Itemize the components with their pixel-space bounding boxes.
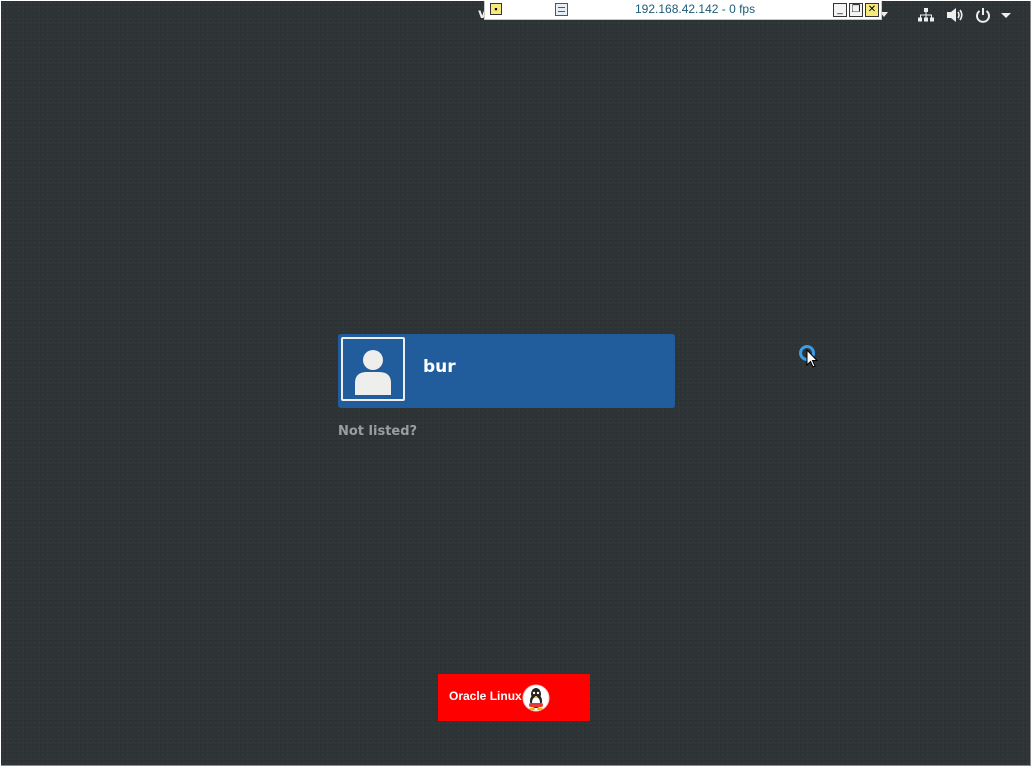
minimize-button[interactable]: _ xyxy=(833,3,847,17)
close-button[interactable]: ✕ xyxy=(865,3,879,17)
login-screen: v ▪ 192.168.42.142 - 0 fps _ ❐ ✕ bur Not… xyxy=(1,1,1031,766)
restore-button[interactable]: ❐ xyxy=(849,3,863,17)
oracle-linux-logo: Oracle Linux xyxy=(438,674,590,721)
avatar xyxy=(341,337,405,401)
logo-text: Oracle Linux xyxy=(449,689,522,703)
network-icon[interactable] xyxy=(918,7,934,23)
volume-icon[interactable] xyxy=(946,7,964,23)
system-menu-chevron-icon[interactable] xyxy=(1001,13,1011,18)
user-name: bur xyxy=(423,357,456,377)
power-icon[interactable] xyxy=(975,7,991,23)
vnc-toolbar: ▪ 192.168.42.142 - 0 fps _ ❐ ✕ xyxy=(484,1,882,20)
vnc-connection-title: 192.168.42.142 - 0 fps xyxy=(635,2,756,16)
options-icon[interactable] xyxy=(555,3,568,16)
tux-penguin-icon xyxy=(522,684,550,712)
busy-cursor-icon xyxy=(798,345,820,371)
not-listed-link[interactable]: Not listed? xyxy=(338,424,417,439)
user-list-item[interactable]: bur xyxy=(338,334,675,408)
user-icon xyxy=(355,350,391,395)
pin-icon[interactable]: ▪ xyxy=(490,3,502,15)
